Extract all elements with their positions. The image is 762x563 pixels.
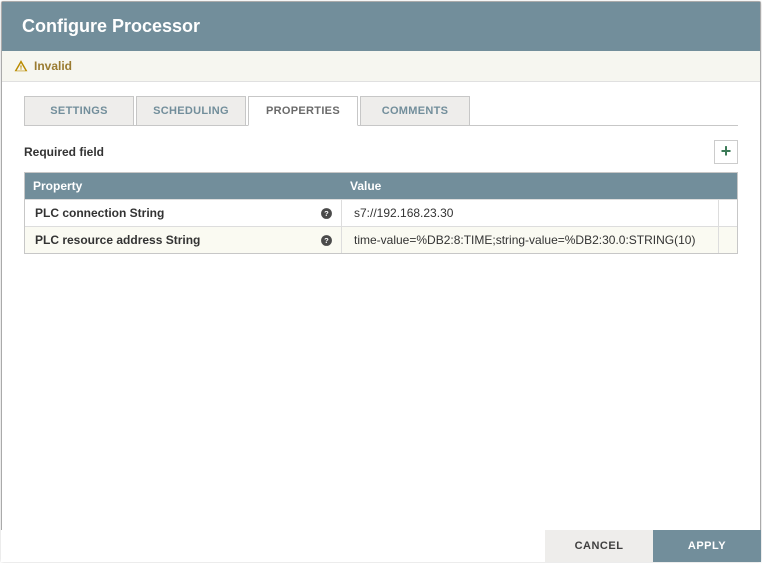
add-property-button[interactable]: + xyxy=(714,140,738,164)
tab-bar: SETTINGS SCHEDULING PROPERTIES COMMENTS xyxy=(24,96,738,126)
header-property: Property xyxy=(25,173,342,199)
tab-scheduling[interactable]: SCHEDULING xyxy=(136,96,246,125)
properties-table: Property Value PLC connection String ? s… xyxy=(24,172,738,254)
cancel-button[interactable]: CANCEL xyxy=(545,530,653,562)
table-row[interactable]: PLC resource address String ? time-value… xyxy=(25,226,737,253)
property-value-cell[interactable]: time-value=%DB2:8:TIME;string-value=%DB2… xyxy=(342,227,719,253)
table-header: Property Value xyxy=(25,173,737,199)
status-bar: Invalid xyxy=(2,51,760,82)
warning-icon xyxy=(14,59,28,73)
property-name: PLC resource address String xyxy=(35,233,200,247)
property-name: PLC connection String xyxy=(35,206,164,220)
tab-properties[interactable]: PROPERTIES xyxy=(248,96,358,126)
table-row[interactable]: PLC connection String ? s7://192.168.23.… xyxy=(25,199,737,226)
status-text: Invalid xyxy=(34,59,72,73)
row-spacer xyxy=(719,207,737,219)
help-icon[interactable]: ? xyxy=(320,234,333,247)
tab-comments[interactable]: COMMENTS xyxy=(360,96,470,125)
svg-text:?: ? xyxy=(324,209,329,218)
apply-button[interactable]: APPLY xyxy=(653,530,761,562)
dialog-footer: CANCEL APPLY xyxy=(1,530,761,562)
property-name-cell: PLC resource address String ? xyxy=(25,227,342,253)
header-spacer xyxy=(719,173,737,199)
help-icon[interactable]: ? xyxy=(320,207,333,220)
configure-processor-dialog: Configure Processor Invalid SETTINGS SCH… xyxy=(1,1,761,561)
property-name-cell: PLC connection String ? xyxy=(25,200,342,226)
section-header-row: Required field + xyxy=(24,140,738,164)
row-spacer xyxy=(719,234,737,246)
header-value: Value xyxy=(342,173,719,199)
required-field-label: Required field xyxy=(24,145,104,159)
property-value-cell[interactable]: s7://192.168.23.30 xyxy=(342,200,719,226)
svg-text:?: ? xyxy=(324,236,329,245)
dialog-content: SETTINGS SCHEDULING PROPERTIES COMMENTS … xyxy=(2,82,760,560)
dialog-title: Configure Processor xyxy=(2,2,760,51)
tab-settings[interactable]: SETTINGS xyxy=(24,96,134,125)
